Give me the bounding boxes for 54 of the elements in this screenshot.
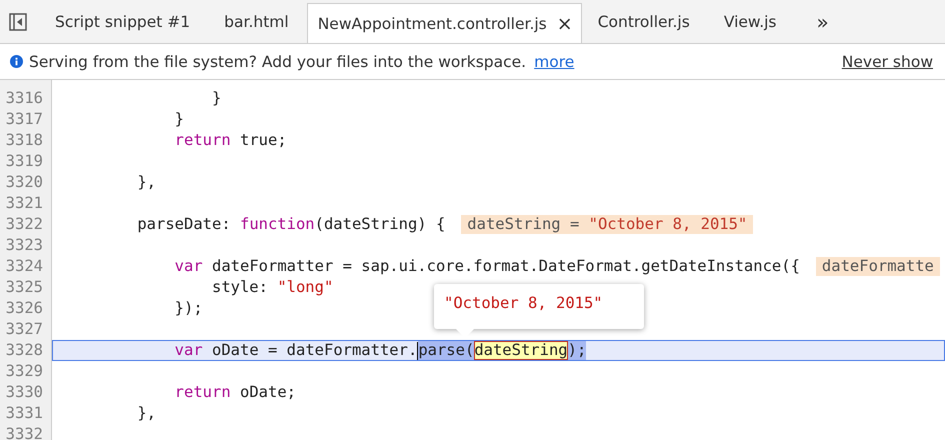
- inline-value: dateString = "October 8, 2015": [461, 215, 754, 234]
- code-text: }: [212, 88, 222, 109]
- line-number: 3328: [0, 340, 52, 361]
- line-number: 3326: [0, 298, 52, 319]
- file-tab[interactable]: View.js: [708, 0, 794, 43]
- code-text: parseDate:: [137, 214, 232, 235]
- line-number: 3318: [0, 130, 52, 151]
- line-number: 3325: [0, 277, 52, 298]
- code-text: "long": [277, 277, 334, 298]
- code-text: oDate;: [240, 382, 296, 403]
- line-number: 3331: [0, 403, 52, 424]
- inline-value: dateFormatte: [816, 257, 940, 276]
- code-text: },: [137, 172, 156, 193]
- line-number: 3322: [0, 214, 52, 235]
- code-text: });: [174, 298, 203, 319]
- code-text: true;: [240, 130, 287, 151]
- file-tab[interactable]: NewAppointment.controller.js ×: [306, 3, 582, 43]
- line-number: 3319: [0, 151, 52, 172]
- line-number: 3320: [0, 172, 52, 193]
- more-tabs-button[interactable]: »: [794, 10, 851, 34]
- file-tab[interactable]: Script snippet #1: [39, 0, 208, 43]
- line-number: 3321: [0, 193, 52, 214]
- info-message: Serving from the file system? Add your files into the workspace.: [29, 52, 526, 70]
- code-text: parse(: [418, 341, 474, 360]
- line-number: 3323: [0, 235, 52, 256]
- code-text: }: [174, 109, 184, 130]
- hovered-variable: dateString: [474, 341, 568, 360]
- more-link[interactable]: more: [534, 52, 574, 70]
- code-text: dateFormatter = sap.ui.core.format.DateFormat.getDateInstance({: [212, 256, 800, 277]
- line-number: 3317: [0, 109, 52, 130]
- code-text: style:: [212, 277, 269, 298]
- info-icon: [10, 55, 23, 68]
- line-number: 3327: [0, 319, 52, 340]
- code-text: return: [174, 130, 231, 151]
- code-text: (dateString) {: [314, 214, 446, 235]
- text-cursor: [417, 342, 418, 360]
- line-number: 3332: [0, 424, 52, 440]
- code-text: oDate = dateFormatter.: [212, 340, 418, 361]
- line-number: 3330: [0, 382, 52, 403]
- file-tab[interactable]: bar.html: [208, 0, 307, 43]
- code-text: var: [174, 256, 203, 277]
- line-number: 3316: [0, 88, 52, 109]
- value-tooltip: "October 8, 2015": [434, 284, 644, 329]
- code-text: function: [240, 214, 315, 235]
- line-number: 3324: [0, 256, 52, 277]
- sidebar-toggle-icon[interactable]: [9, 12, 27, 30]
- line-number: 3329: [0, 361, 52, 382]
- file-tab[interactable]: Controller.js: [582, 0, 708, 43]
- never-show-link[interactable]: Never show: [842, 52, 933, 70]
- code-text: },: [137, 403, 156, 424]
- code-text: );: [568, 341, 586, 360]
- code-text: var: [174, 340, 203, 361]
- code-text: return: [174, 382, 231, 403]
- close-icon[interactable]: ×: [556, 12, 573, 34]
